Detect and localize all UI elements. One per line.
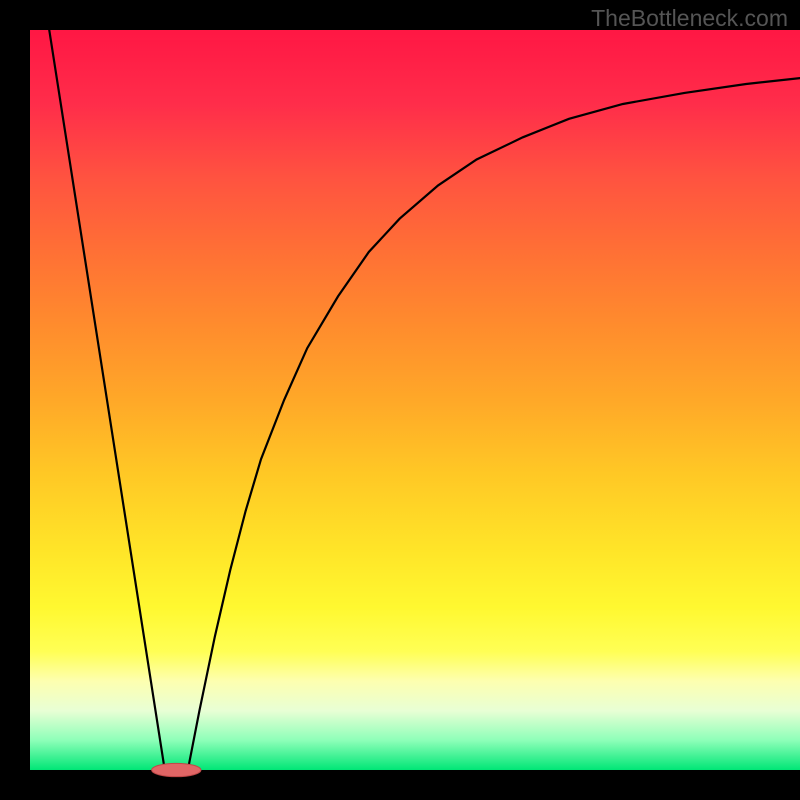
watermark-text: TheBottleneck.com xyxy=(591,5,788,32)
plot-area xyxy=(30,30,800,770)
chart-svg xyxy=(0,0,800,800)
min-marker xyxy=(152,763,201,776)
chart-root: TheBottleneck.com xyxy=(0,0,800,800)
